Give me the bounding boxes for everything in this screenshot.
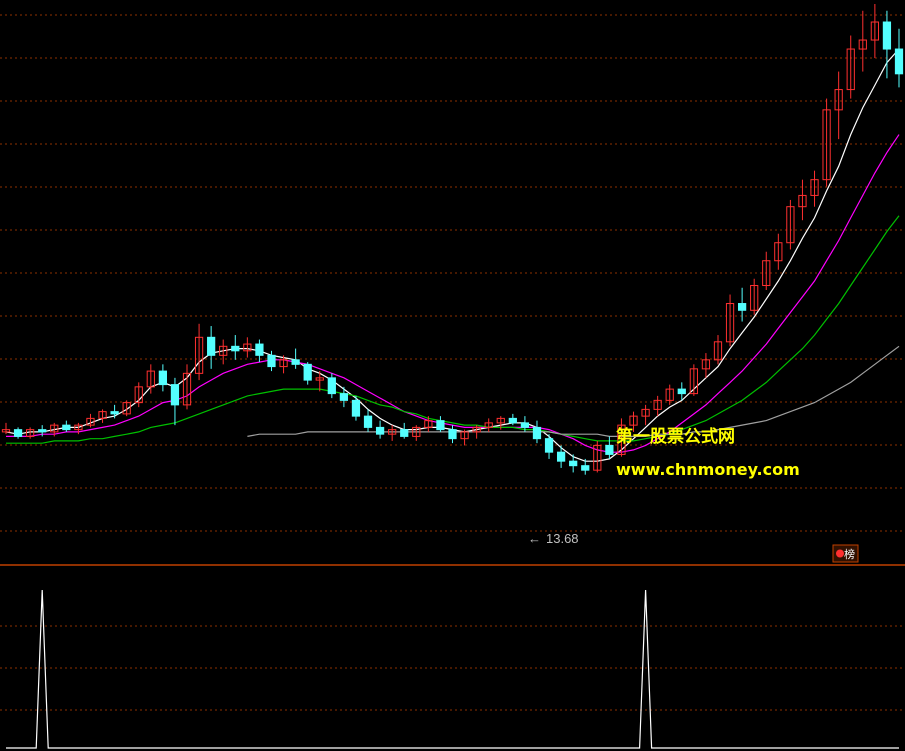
candle-body	[556, 451, 566, 462]
stock-chart: ← 13.68 第一股票公式网 www.chnmoney.com 榜	[0, 0, 905, 751]
candle-body	[569, 460, 578, 467]
candle-body	[351, 399, 361, 417]
candle-body	[255, 343, 264, 356]
candle-body	[339, 393, 349, 401]
chart-background	[0, 0, 905, 751]
candle-body	[110, 411, 119, 415]
low-price-annotation: ← 13.68	[528, 531, 579, 546]
candle-body	[38, 429, 47, 433]
candle-body	[62, 424, 71, 431]
candle-body	[894, 48, 904, 75]
candle-body	[508, 417, 517, 424]
candle-body	[544, 438, 554, 453]
candle-body	[13, 429, 23, 437]
list-badge-icon[interactable]: 榜	[832, 544, 859, 563]
candle-body	[448, 429, 457, 440]
watermark-title: 第一股票公式网	[616, 426, 735, 447]
candle-body	[303, 363, 312, 381]
low-price-label: 13.68	[546, 531, 579, 546]
candle-body	[231, 345, 240, 352]
low-price-arrow: ←	[528, 531, 541, 546]
candle-body	[400, 429, 409, 437]
candle-body	[158, 370, 167, 386]
list-badge-label: 榜	[844, 547, 855, 561]
candle-body	[170, 384, 180, 406]
candle-body	[605, 444, 614, 455]
watermark-url: www.chnmoney.com	[616, 460, 800, 479]
candle-body	[327, 377, 336, 395]
candle-body	[532, 426, 542, 440]
candle-body	[581, 465, 590, 471]
candle-body	[436, 420, 445, 431]
candle-body	[520, 422, 530, 428]
candle-body	[375, 426, 385, 435]
candle-body	[677, 388, 686, 395]
candle-body	[363, 415, 373, 428]
candle-body	[291, 359, 300, 365]
candle-body	[882, 21, 892, 50]
candle-body	[207, 336, 216, 356]
candle-body	[738, 303, 747, 311]
candle-body	[267, 354, 276, 368]
